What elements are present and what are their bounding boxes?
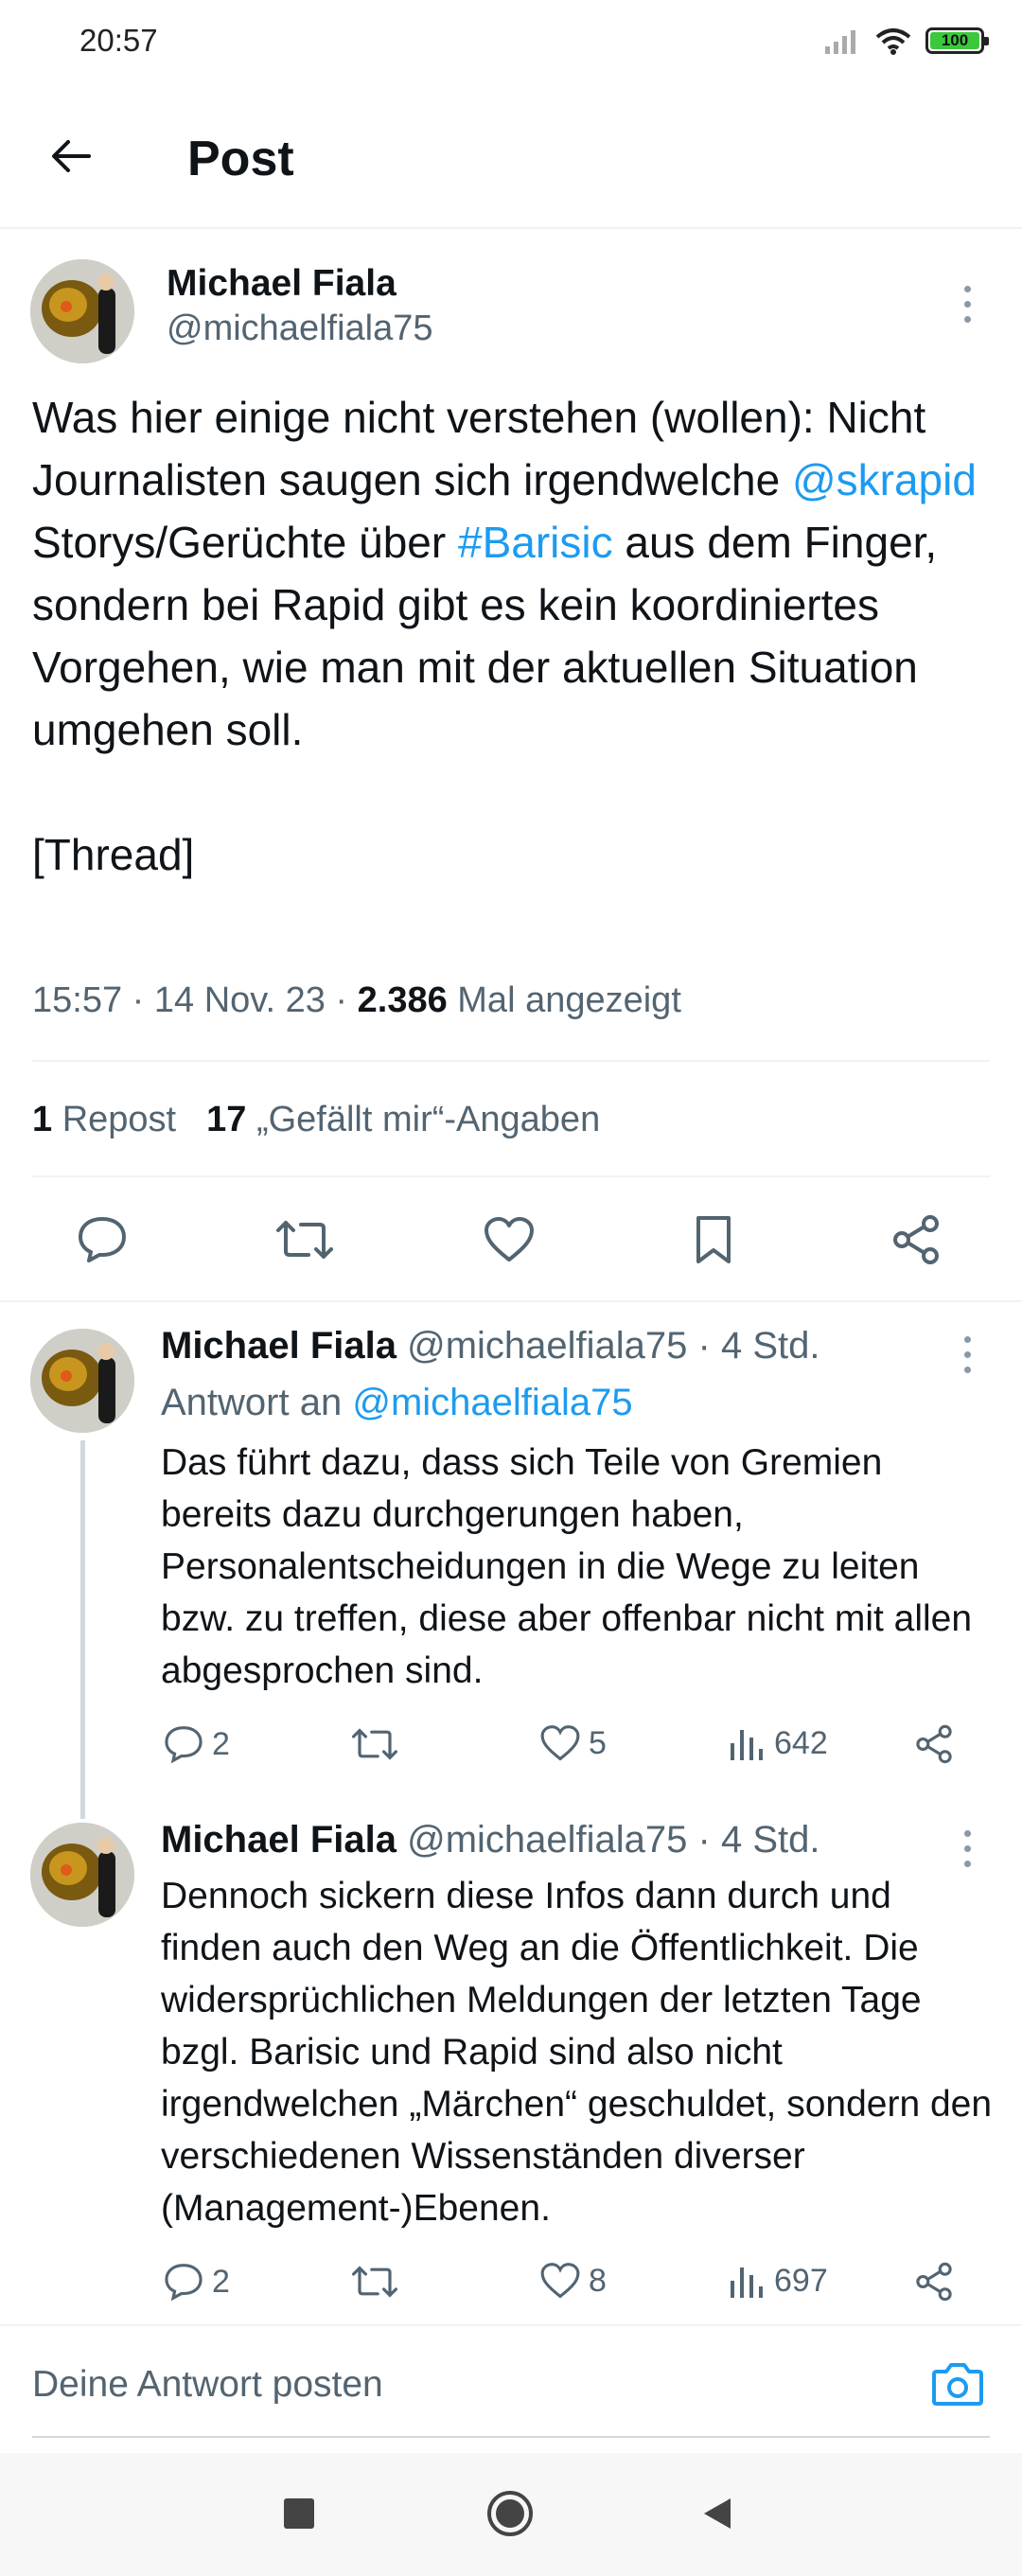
reply-author-handle[interactable]: @michaelfiala75 xyxy=(407,1819,687,1861)
more-options-icon[interactable] xyxy=(958,1336,977,1373)
likes-label: „Gefällt mir“-Angaben xyxy=(256,1100,601,1139)
reply-text: Das führt dazu, dass sich Teile von Grem… xyxy=(161,1442,973,1691)
reply-input[interactable]: Deine Antwort posten xyxy=(32,2364,383,2406)
reply-to-link[interactable]: @michaelfiala75 xyxy=(352,1382,632,1423)
views-count: 697 xyxy=(774,2262,828,2299)
author-handle[interactable]: @michaelfiala75 xyxy=(167,309,433,349)
page-title: Post xyxy=(187,132,294,186)
reply-share-button[interactable] xyxy=(914,1724,954,1764)
reply-author-handle[interactable]: @michaelfiala75 xyxy=(407,1325,687,1367)
author-name[interactable]: Michael Fiala xyxy=(167,263,396,305)
like-count: 8 xyxy=(589,2262,607,2299)
divider xyxy=(0,1300,1022,1302)
reply-like-button[interactable]: 5 xyxy=(539,1724,607,1762)
thread-line xyxy=(80,1440,85,1819)
reply-count: 2 xyxy=(212,1725,230,1762)
likes-count: 17 xyxy=(206,1100,247,1139)
like-button[interactable] xyxy=(471,1211,547,1268)
reply-button[interactable] xyxy=(64,1211,140,1268)
avatar-image xyxy=(30,1823,134,1927)
divider xyxy=(0,2324,1022,2326)
share-button[interactable] xyxy=(878,1211,954,1268)
reply-share-button[interactable] xyxy=(914,2262,954,2302)
reposts-count: 1 xyxy=(32,1100,53,1139)
repost-icon xyxy=(352,1728,397,1760)
camera-icon xyxy=(932,2363,983,2406)
reply-text: Dennoch sickern diese Infos dann durch u… xyxy=(161,1876,993,2229)
tweet-meta: 15:57 · 14 Nov. 23 · 2.386 Mal angezeigt xyxy=(32,980,681,1020)
status-icons: 100 xyxy=(823,26,989,55)
reply-header: Michael Fiala @michaelfiala75 · 4 Std. xyxy=(161,1325,820,1367)
system-nav-bar xyxy=(0,2453,1022,2576)
reply-repost-button[interactable] xyxy=(352,2262,397,2302)
analytics-icon xyxy=(731,2267,763,2298)
views-label: Mal angezeigt xyxy=(457,980,681,1020)
reply-repost-button[interactable] xyxy=(352,1724,397,1764)
views-count: 642 xyxy=(774,1724,828,1761)
header-divider xyxy=(0,227,1022,229)
repost-icon xyxy=(276,1221,333,1259)
tweet-date[interactable]: 14 Nov. 23 xyxy=(154,980,326,1020)
reposts-stat[interactable]: 1 Repost xyxy=(32,1100,176,1140)
home-icon[interactable] xyxy=(487,2491,533,2536)
like-count: 5 xyxy=(589,1724,607,1761)
bookmark-icon xyxy=(696,1216,731,1263)
input-underline xyxy=(32,2436,990,2438)
signal-icon xyxy=(825,30,855,54)
avatar-image xyxy=(30,1329,134,1433)
more-options-icon[interactable] xyxy=(958,1830,977,1867)
wifi-icon xyxy=(875,28,911,55)
reply-comment-button[interactable]: 2 xyxy=(163,1724,230,1764)
recents-icon[interactable] xyxy=(284,2498,314,2529)
reply-age: · 4 Std. xyxy=(697,1819,820,1861)
engagement-stats: 1 Repost 17 „Gefällt mir“-Angaben xyxy=(32,1100,600,1140)
divider xyxy=(32,1175,990,1177)
comment-icon xyxy=(79,1217,126,1262)
views-count: 2.386 xyxy=(357,980,448,1020)
arrow-left-icon xyxy=(52,140,91,172)
reposts-label: Repost xyxy=(62,1100,177,1139)
repost-button[interactable] xyxy=(267,1211,343,1268)
analytics-icon xyxy=(731,1730,763,1760)
reply-age: · 4 Std. xyxy=(697,1325,820,1367)
reply-to-label: Antwort an xyxy=(161,1382,343,1423)
reply-author-name[interactable]: Michael Fiala xyxy=(161,1819,396,1861)
bookmark-button[interactable] xyxy=(676,1211,751,1268)
reply-comment-button[interactable]: 2 xyxy=(163,2262,230,2302)
reply-avatar[interactable] xyxy=(30,1823,134,1927)
comment-icon xyxy=(165,2264,203,2302)
reply-to: Antwort an @michaelfiala75 xyxy=(161,1382,633,1424)
likes-stat[interactable]: 17 „Gefällt mir“-Angaben xyxy=(206,1100,600,1140)
reply-views-button[interactable]: 642 xyxy=(729,1724,828,1762)
share-icon xyxy=(916,2262,952,2302)
tweet-text: Was hier einige nicht verstehen (wollen)… xyxy=(32,386,988,886)
tweet-text-part: [Thread] xyxy=(32,830,195,879)
divider xyxy=(32,1060,990,1062)
camera-button[interactable] xyxy=(931,2360,984,2408)
reply-header: Michael Fiala @michaelfiala75 · 4 Std. xyxy=(161,1819,820,1861)
share-icon xyxy=(916,1724,952,1764)
reply-views-button[interactable]: 697 xyxy=(729,2262,828,2300)
heart-icon xyxy=(485,1217,534,1262)
mention-link[interactable]: @skrapid xyxy=(792,455,977,504)
battery-icon: 100 xyxy=(925,27,989,54)
share-icon xyxy=(893,1215,939,1264)
repost-icon xyxy=(352,2266,397,2298)
status-time: 20:57 xyxy=(79,23,158,58)
reply-like-button[interactable]: 8 xyxy=(539,2262,607,2300)
comment-icon xyxy=(165,1726,203,1764)
more-options-icon[interactable] xyxy=(958,286,977,323)
back-button[interactable] xyxy=(47,132,95,180)
heart-icon xyxy=(540,2263,580,2299)
hashtag-link[interactable]: #Barisic xyxy=(458,518,613,567)
reply-count: 2 xyxy=(212,2263,230,2300)
reply-author-name[interactable]: Michael Fiala xyxy=(161,1325,396,1367)
back-nav-icon[interactable] xyxy=(700,2497,734,2531)
reply-avatar[interactable] xyxy=(30,1329,134,1433)
tweet-time[interactable]: 15:57 xyxy=(32,980,122,1020)
battery-level: 100 xyxy=(930,31,979,49)
avatar[interactable] xyxy=(30,259,134,363)
avatar-image xyxy=(30,259,134,363)
heart-icon xyxy=(540,1725,580,1761)
